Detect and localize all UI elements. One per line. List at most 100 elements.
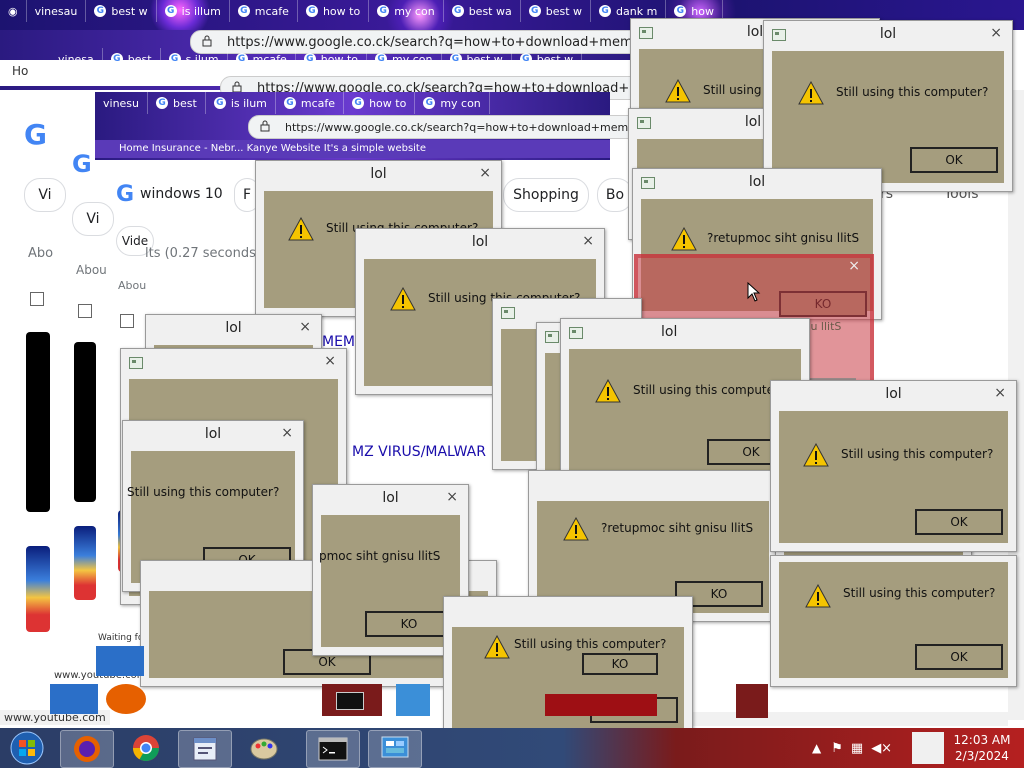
- glitch-block: [545, 694, 657, 716]
- warning-icon: [798, 81, 824, 105]
- browser-tab[interactable]: Gmy con: [415, 92, 490, 114]
- browser-tabs-2: vinesa Gbest Gs ilum Gmcafe Ghow to Gmy …: [50, 48, 630, 70]
- google-icon: G: [303, 53, 316, 65]
- control-panel-icon: [381, 736, 409, 758]
- search-query[interactable]: windows 10: [140, 186, 223, 202]
- chrome-icon: [132, 735, 160, 762]
- browser-tab[interactable]: vinesa: [50, 48, 103, 70]
- browser-tab[interactable]: Gbest wa: [444, 0, 521, 22]
- google-icon: G: [110, 53, 123, 65]
- browser-tab[interactable]: vinesau: [27, 0, 87, 22]
- about-results: Abou: [76, 263, 107, 277]
- message-dialog[interactable]: Still using this computer? OK: [770, 555, 1017, 687]
- browser-tab[interactable]: vinesu: [95, 92, 149, 114]
- video-icon: [30, 292, 44, 306]
- chip[interactable]: Vi: [72, 202, 114, 236]
- browser-tab[interactable]: Gbest w: [86, 0, 157, 22]
- ok-button[interactable]: OK: [915, 509, 1003, 535]
- browser-tab[interactable]: Gs ilum: [161, 48, 228, 70]
- browser-tab[interactable]: Gmcafe: [228, 48, 296, 70]
- close-icon[interactable]: ×: [994, 385, 1006, 401]
- close-icon[interactable]: ×: [281, 425, 293, 441]
- close-icon[interactable]: ×: [582, 233, 594, 249]
- glitch-block: [736, 684, 768, 718]
- chip-shopping[interactable]: Shopping: [503, 178, 589, 212]
- system-tray: ▲ ⚑ ▦ ◀×: [812, 728, 900, 768]
- notepad-icon: [193, 737, 217, 761]
- result-title[interactable]: MZ VIRUS/MALWAR: [352, 444, 486, 460]
- browser-tab[interactable]: Gmy con: [367, 48, 442, 70]
- close-icon[interactable]: ×: [479, 165, 491, 181]
- paint-icon: [250, 738, 278, 760]
- google-logo: G: [24, 118, 47, 151]
- close-icon: ×: [848, 258, 860, 274]
- bookmarks-bar[interactable]: Home Insurance - Nebr... Kanye Website I…: [95, 140, 610, 158]
- close-icon[interactable]: ×: [324, 353, 336, 369]
- home-bookmark[interactable]: Ho: [12, 64, 28, 78]
- google-icon: G: [164, 5, 177, 17]
- system-clock[interactable]: 12:03 AM 2/3/2024: [950, 732, 1014, 764]
- clock-time: 12:03 AM: [953, 733, 1011, 747]
- google-icon: G: [674, 5, 687, 17]
- video-thumbnail[interactable]: [74, 526, 96, 600]
- message-dialog[interactable]: lol × Still using this computer? OK: [763, 20, 1013, 192]
- browser-tab[interactable]: Ghow to: [344, 92, 416, 114]
- ok-button[interactable]: KO: [365, 611, 453, 637]
- video-thumbnail[interactable]: [26, 546, 50, 632]
- taskbar-firefox[interactable]: [60, 730, 114, 768]
- browser-tab[interactable]: Gmcafe: [230, 0, 298, 22]
- action-center-flag-icon[interactable]: ⚑: [831, 741, 843, 756]
- browser-tab[interactable]: Gbest: [103, 48, 161, 70]
- taskbar-notepad[interactable]: [178, 730, 232, 768]
- warning-icon: [665, 79, 691, 103]
- browser-tabs-3: vinesu Gbest Gis ilum Gmcafe Ghow to Gmy…: [95, 92, 610, 114]
- dialog-title: lol: [748, 174, 766, 190]
- video-thumbnail[interactable]: [26, 332, 50, 512]
- video-thumbnail[interactable]: [74, 342, 96, 502]
- show-hidden-icons-icon[interactable]: ▲: [812, 741, 821, 755]
- google-icon: G: [235, 53, 248, 65]
- taskbar-paint[interactable]: [238, 730, 290, 766]
- volume-muted-icon[interactable]: ◀×: [871, 741, 892, 756]
- close-icon[interactable]: ×: [299, 319, 311, 335]
- browser-tab[interactable]: Gmy con: [369, 0, 444, 22]
- cmd-icon: [322, 684, 382, 716]
- tray-notification-icon[interactable]: [912, 732, 944, 764]
- browser-tab[interactable]: Gis ilum: [206, 92, 276, 114]
- status-waiting: Waiting fo: [98, 633, 144, 643]
- browser-tab[interactable]: Gis illum: [157, 0, 230, 22]
- windows-logo-icon: [96, 646, 144, 676]
- ok-button[interactable]: OK: [910, 147, 998, 173]
- dialog-title: lol: [661, 324, 678, 340]
- address-bar-3[interactable]: https://www.google.co.ck/search?q=how+to…: [248, 115, 646, 139]
- dialog-title: lol: [370, 166, 387, 182]
- window-icon: [501, 307, 515, 319]
- lock-icon: [202, 35, 212, 47]
- message-dialog[interactable]: lol × Still using this computer? OK: [770, 380, 1017, 552]
- about-results: Abou: [118, 279, 147, 292]
- browser-tab[interactable]: Ghow to: [298, 0, 370, 22]
- close-icon[interactable]: ×: [446, 489, 458, 505]
- browser-tab[interactable]: Gbest w: [512, 48, 583, 70]
- browser-tab[interactable]: Gmcafe: [276, 92, 345, 114]
- windows-logo-icon: [10, 731, 44, 765]
- google-icon: G: [305, 5, 318, 17]
- dialog-message: pmoc siht gnisu llitS: [319, 549, 441, 563]
- taskbar-control-panel[interactable]: [368, 730, 422, 768]
- browser-tab[interactable]: Gbest w: [442, 48, 512, 70]
- start-button[interactable]: [2, 730, 52, 766]
- window-icon: [129, 357, 143, 369]
- dialog-title: lol: [471, 234, 489, 250]
- browser-tab[interactable]: Ghow to: [296, 48, 368, 70]
- network-icon[interactable]: ▦: [851, 741, 863, 756]
- taskbar-cmd[interactable]: [306, 730, 360, 768]
- chip[interactable]: Vi: [24, 178, 66, 212]
- ok-button[interactable]: OK: [915, 644, 1003, 670]
- message-dialog[interactable]: Still using this computer? KO: [443, 596, 693, 738]
- browser-tab[interactable]: Gbest w: [521, 0, 592, 22]
- warning-icon: [484, 635, 510, 659]
- ok-button[interactable]: KO: [582, 653, 658, 675]
- browser-tab[interactable]: Gbest: [148, 92, 206, 114]
- taskbar-chrome[interactable]: [120, 730, 172, 766]
- close-icon[interactable]: ×: [990, 25, 1002, 41]
